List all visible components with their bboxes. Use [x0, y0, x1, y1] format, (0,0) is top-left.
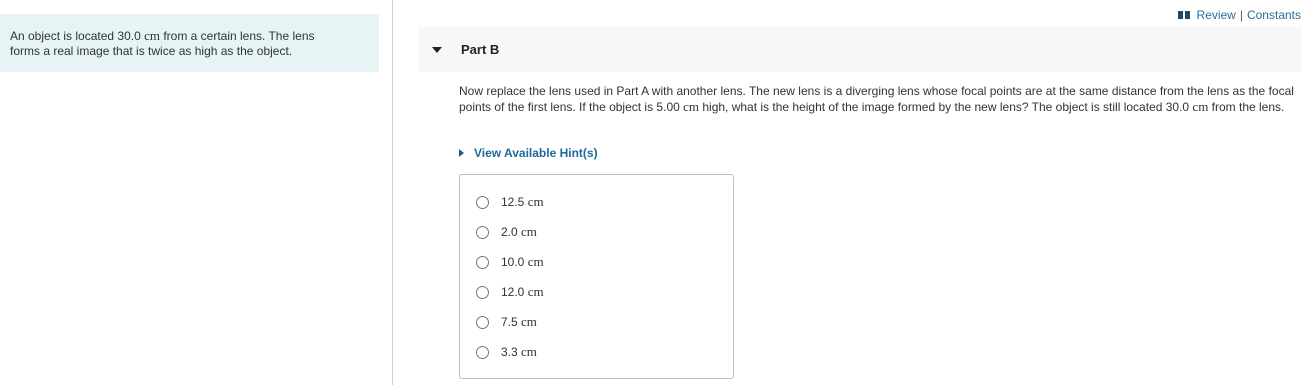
radio-button[interactable]: [476, 315, 489, 329]
option-value: 12.5: [501, 195, 525, 209]
question-text-part: high, what is the height of the image fo…: [699, 100, 1193, 114]
radio-button[interactable]: [476, 285, 489, 299]
answer-option[interactable]: 3.3 cm: [476, 344, 537, 360]
context-text-line2: forms a real image that is twice as high…: [10, 44, 293, 58]
answer-option[interactable]: 12.0 cm: [476, 284, 544, 300]
option-unit: cm: [521, 224, 537, 239]
question-text-part: from the lens.: [1208, 100, 1285, 114]
top-links: Review | Constants: [1178, 7, 1301, 23]
link-separator: |: [1239, 8, 1243, 22]
radio-button[interactable]: [476, 225, 489, 239]
answer-option[interactable]: 10.0 cm: [476, 254, 544, 270]
question-unit: cm: [1192, 99, 1209, 114]
option-label: 12.5 cm: [501, 194, 544, 210]
question-text: Now replace the lens used in Part A with…: [459, 83, 1301, 115]
option-label: 7.5 cm: [501, 314, 537, 330]
option-label: 2.0 cm: [501, 224, 537, 240]
option-unit: cm: [527, 284, 544, 299]
option-value: 7.5: [501, 315, 518, 329]
radio-button[interactable]: [476, 255, 489, 269]
context-text: An object is located 30.0 cm from a cert…: [10, 28, 369, 59]
part-header[interactable]: Part B: [419, 27, 1301, 72]
view-hints-toggle[interactable]: View Available Hint(s): [459, 146, 598, 160]
collapse-caret-icon[interactable]: [432, 47, 442, 53]
answer-option[interactable]: 7.5 cm: [476, 314, 537, 330]
option-unit: cm: [521, 344, 537, 359]
panel-divider: [392, 0, 393, 385]
option-label: 3.3 cm: [501, 344, 537, 360]
part-title: Part B: [461, 42, 500, 57]
radio-button[interactable]: [476, 345, 489, 359]
option-value: 10.0: [501, 255, 525, 269]
answer-option[interactable]: 12.5 cm: [476, 194, 544, 210]
option-value: 2.0: [501, 225, 518, 239]
book-icon: [1178, 11, 1191, 19]
option-unit: cm: [527, 254, 544, 269]
option-value: 3.3: [501, 345, 518, 359]
option-unit: cm: [527, 194, 544, 209]
answer-options: 12.5 cm 2.0 cm 10.0 cm 12.0 cm 7.5 cm 3.…: [459, 174, 734, 379]
context-text-part: from a certain lens. The lens: [159, 29, 315, 43]
option-value: 12.0: [501, 285, 525, 299]
option-label: 12.0 cm: [501, 284, 544, 300]
question-unit: cm: [683, 99, 700, 114]
constants-link[interactable]: Constants: [1247, 8, 1301, 22]
view-hints-label: View Available Hint(s): [474, 146, 598, 160]
context-text-part: An object is located 30.0: [10, 29, 145, 43]
radio-button[interactable]: [476, 195, 489, 209]
answer-option[interactable]: 2.0 cm: [476, 224, 537, 240]
context-unit: cm: [144, 28, 160, 43]
option-unit: cm: [521, 314, 537, 329]
problem-context-panel: An object is located 30.0 cm from a cert…: [0, 14, 379, 72]
expand-caret-icon: [459, 149, 464, 157]
option-label: 10.0 cm: [501, 254, 544, 270]
review-link[interactable]: Review: [1196, 8, 1235, 22]
